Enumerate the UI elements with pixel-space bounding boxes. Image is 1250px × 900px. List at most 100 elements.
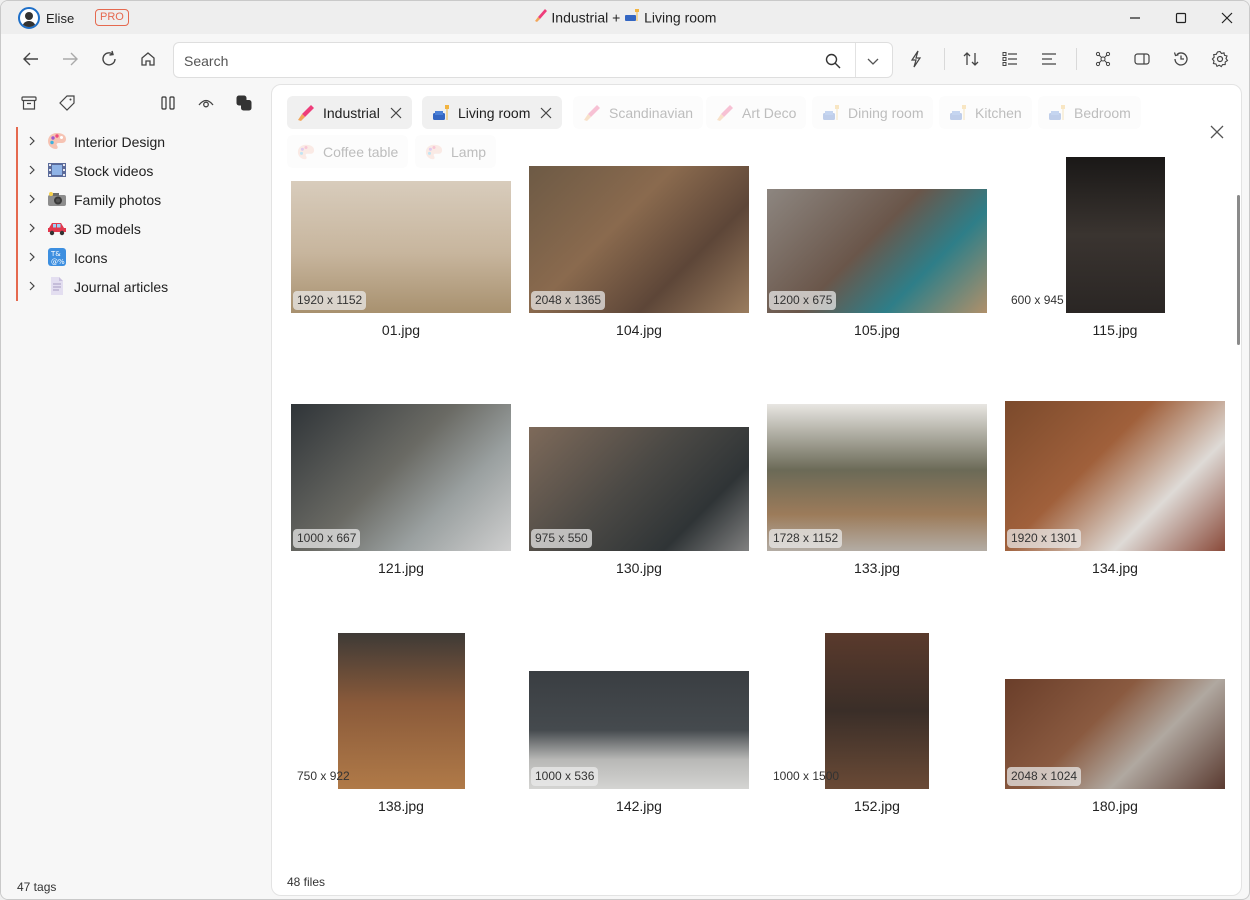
chevron-right-icon[interactable] — [26, 222, 38, 234]
settings-button[interactable] — [1208, 47, 1232, 71]
tag-chip-label: Lamp — [451, 143, 487, 160]
image-dimensions: 1000 x 1500 — [773, 769, 840, 783]
search-input[interactable] — [184, 51, 814, 71]
history-button[interactable] — [1169, 47, 1193, 71]
file-item[interactable]: 1920 x 1152 01.jpg — [291, 166, 511, 346]
file-item[interactable]: 1000 x 536 142.jpg — [529, 642, 749, 822]
file-name: 105.jpg — [854, 322, 900, 338]
file-thumbnail[interactable] — [825, 633, 929, 789]
file-name: 133.jpg — [854, 560, 900, 576]
close-window-button[interactable] — [1204, 1, 1249, 34]
file-item[interactable]: 1000 x 1500 152.jpg — [767, 633, 987, 822]
window-title: Industrial + Living room — [1, 8, 1249, 27]
avatar — [18, 7, 40, 29]
brush-icon — [717, 104, 733, 121]
archive-icon — [21, 96, 37, 110]
chevron-right-icon[interactable] — [26, 251, 38, 263]
user-menu[interactable]: Elise — [18, 7, 74, 29]
title-tag-1: Industrial — [551, 9, 609, 26]
chevron-right-icon[interactable] — [26, 193, 38, 205]
archive-button[interactable] — [18, 92, 40, 114]
layers-button[interactable] — [233, 92, 255, 114]
symbols-icon: T&@% — [48, 248, 66, 266]
file-name: 121.jpg — [378, 560, 424, 576]
align-left-icon — [1042, 53, 1056, 65]
sidebar-item-journal-articles[interactable]: Journal articles — [18, 272, 266, 301]
sidebar-item-3d-models[interactable]: 3D models — [18, 214, 266, 243]
sidebar-item-label: Journal articles — [74, 279, 169, 295]
file-item[interactable]: 750 x 922 138.jpg — [291, 633, 511, 822]
tag-chip-kitchen[interactable]: Kitchen — [939, 96, 1032, 129]
chevron-right-icon[interactable] — [26, 135, 38, 147]
file-item[interactable]: 975 x 550 130.jpg — [529, 404, 749, 584]
file-item[interactable]: 600 x 945 115.jpg — [1005, 157, 1225, 346]
home-button[interactable] — [136, 47, 160, 71]
toggle-panel-button[interactable] — [1130, 47, 1154, 71]
graph-view-button[interactable] — [1091, 47, 1115, 71]
pro-badge[interactable]: PRO — [95, 9, 129, 26]
image-dimensions: 600 x 945 — [1011, 293, 1064, 307]
image-dimensions: 975 x 550 — [531, 529, 592, 548]
film-icon — [48, 163, 66, 177]
settings-icon — [1211, 50, 1229, 68]
file-name: 180.jpg — [1092, 798, 1138, 814]
sidebar-item-stock-videos[interactable]: Stock videos — [18, 156, 266, 185]
columns-button[interactable] — [157, 92, 179, 114]
maximize-button[interactable] — [1158, 1, 1204, 34]
tag-chip-lamp[interactable]: Lamp — [415, 135, 497, 168]
sidebar-item-label: Family photos — [74, 192, 162, 208]
tag-chip-coffee-table[interactable]: Coffee table — [287, 135, 409, 168]
image-dimensions: 1920 x 1301 — [1007, 529, 1082, 548]
lightning-icon — [910, 50, 922, 68]
chevron-right-icon[interactable] — [26, 164, 38, 176]
file-item[interactable]: 2048 x 1365 104.jpg — [529, 166, 749, 346]
tag-chip-living-room[interactable]: Living room — [422, 96, 563, 129]
graph-icon — [1095, 51, 1111, 67]
tag-chip-dining-room[interactable]: Dining room — [812, 96, 934, 129]
file-item[interactable]: 1920 x 1301 134.jpg — [1005, 401, 1225, 584]
tag-chip-bedroom[interactable]: Bedroom — [1038, 96, 1141, 129]
sidebar-item-family-photos[interactable]: Family photos — [18, 185, 266, 214]
tag-chip-label: Kitchen — [975, 104, 1022, 121]
refresh-button[interactable] — [97, 47, 121, 71]
search-icon[interactable] — [824, 52, 842, 73]
columns-icon — [161, 96, 175, 110]
remove-tag-icon[interactable] — [390, 107, 402, 119]
tag-chip-scandinavian[interactable]: Scandinavian — [573, 96, 704, 129]
back-button[interactable] — [19, 47, 43, 71]
file-name: 130.jpg — [616, 560, 662, 576]
quick-action-button[interactable] — [904, 47, 928, 71]
tag-chip-label: Living room — [458, 104, 531, 121]
chevron-right-icon[interactable] — [26, 280, 38, 292]
tags-button[interactable] — [56, 92, 78, 114]
visibility-button[interactable] — [195, 92, 217, 114]
tag-chip-industrial[interactable]: Industrial — [287, 96, 412, 129]
remove-tag-icon[interactable] — [540, 107, 552, 119]
select-list-button[interactable] — [998, 47, 1022, 71]
sidebar-item-label: Stock videos — [74, 163, 154, 179]
image-dimensions: 1200 x 675 — [769, 291, 837, 310]
search-options-dropdown[interactable] — [864, 52, 882, 73]
tag-chip-art-deco[interactable]: Art Deco — [706, 96, 807, 129]
document-icon — [51, 277, 63, 295]
sidebar-item-interior-design[interactable]: Interior Design — [18, 127, 266, 156]
sidebar-item-icons[interactable]: T& @% Icons — [18, 243, 266, 272]
close-filter-icon[interactable] — [1209, 124, 1225, 140]
image-dimensions: 1000 x 667 — [293, 529, 361, 548]
scrollbar-thumb[interactable] — [1237, 195, 1240, 345]
forward-button[interactable] — [58, 47, 82, 71]
sidebar-item-label: 3D models — [74, 221, 141, 237]
align-button[interactable] — [1037, 47, 1061, 71]
minimize-button[interactable] — [1112, 1, 1158, 34]
file-item[interactable]: 2048 x 1024 180.jpg — [1005, 642, 1225, 822]
file-thumbnail[interactable] — [338, 633, 465, 789]
sort-button[interactable] — [959, 47, 983, 71]
file-thumbnail[interactable] — [1066, 157, 1165, 313]
file-item[interactable]: 1728 x 1152 133.jpg — [767, 404, 987, 584]
minimize-icon — [1130, 16, 1140, 19]
sidebar-item-label: Icons — [74, 250, 108, 266]
image-dimensions: 1728 x 1152 — [769, 529, 843, 548]
file-item[interactable]: 1000 x 667 121.jpg — [291, 404, 511, 584]
palette-icon — [48, 133, 66, 149]
file-item[interactable]: 1200 x 675 105.jpg — [767, 166, 987, 346]
